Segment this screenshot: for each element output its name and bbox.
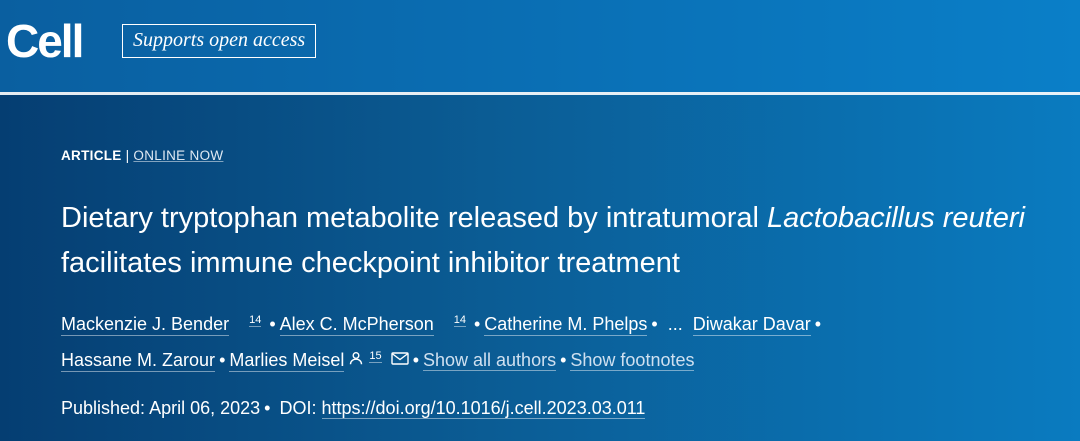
- bullet-separator: •: [264, 398, 271, 418]
- article-title: Dietary tryptophan metabolite released b…: [61, 196, 1061, 286]
- author-footnote[interactable]: 14: [453, 314, 466, 327]
- author-name[interactable]: Hassane M. Zarour: [61, 350, 216, 372]
- author-footnote[interactable]: 14: [249, 314, 262, 327]
- author-name[interactable]: Marlies Meisel: [229, 350, 345, 372]
- doi-label: DOI:: [279, 398, 317, 418]
- author-list: Mackenzie J. Bender 14 • Alex C. McPherson 1…: [61, 306, 1061, 379]
- title-text-end: facilitates immune checkpoint inhibitor …: [61, 247, 680, 279]
- doi-link[interactable]: https://doi.org/10.1016/j.cell.2023.03.0…: [321, 398, 646, 419]
- published-label: Published:: [61, 398, 146, 418]
- open-access-badge[interactable]: Supports open access: [122, 24, 317, 58]
- author-name[interactable]: Diwakar Davar: [692, 314, 811, 336]
- bullet-separator: •: [269, 314, 276, 334]
- title-species-name: Lactobacillus reuteri: [767, 202, 1025, 234]
- article-header: Cell Supports open access ARTICLE | ONLINE…: [0, 0, 1080, 441]
- bullet-separator: •: [560, 350, 567, 370]
- person-icon[interactable]: [349, 341, 363, 377]
- publication-info: Published: April 06, 2023 • DOI: https://…: [61, 396, 646, 420]
- author-footnote[interactable]: 15: [369, 350, 382, 363]
- meta-separator: |: [125, 148, 130, 163]
- title-text-start: Dietary tryptophan metabolite released b…: [61, 202, 768, 234]
- bullet-separator: •: [219, 350, 226, 370]
- journal-banner: Cell Supports open access: [0, 0, 1080, 92]
- author-name[interactable]: Catherine M. Phelps: [484, 314, 648, 336]
- author-name[interactable]: Mackenzie J. Bender: [61, 314, 230, 336]
- author-name[interactable]: Alex C. McPherson: [279, 314, 434, 336]
- article-meta: ARTICLE | ONLINE NOW: [61, 148, 223, 164]
- banner-divider: [0, 92, 1080, 95]
- published-date: April 06, 2023: [149, 398, 261, 418]
- article-type: ARTICLE: [61, 148, 122, 163]
- show-footnotes-button[interactable]: Show footnotes: [570, 350, 695, 371]
- online-now-link[interactable]: ONLINE NOW: [133, 148, 223, 163]
- show-all-authors-button[interactable]: Show all authors: [423, 350, 557, 371]
- bullet-separator: •: [651, 314, 658, 334]
- bullet-separator: •: [814, 314, 822, 334]
- mail-icon[interactable]: [390, 341, 409, 377]
- bullet-separator: •: [412, 350, 419, 370]
- author-ellipsis: ...: [667, 314, 683, 334]
- cell-logo[interactable]: Cell: [6, 16, 84, 66]
- bullet-separator: •: [473, 314, 481, 334]
